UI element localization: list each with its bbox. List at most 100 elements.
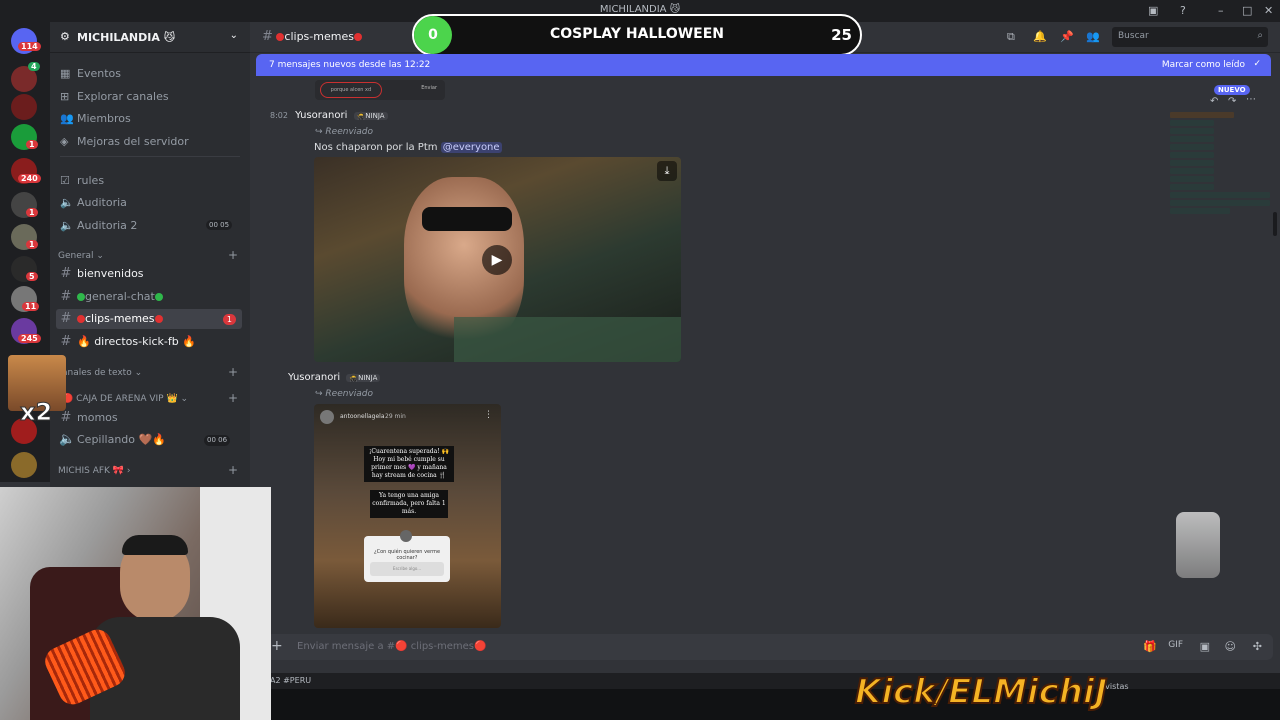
beanie bbox=[122, 535, 188, 555]
add-channel-icon[interactable]: + bbox=[228, 391, 238, 405]
maximize-icon[interactable]: □ bbox=[1242, 4, 1252, 17]
channel-cepillando[interactable]: 🔈 Cepillando 🤎🔥 00 06 bbox=[56, 430, 242, 450]
role-tag: 🥷NINJA bbox=[346, 374, 381, 382]
forwarded-label: ↪ Reenviado bbox=[315, 389, 374, 399]
unread-badge: 4 bbox=[28, 62, 40, 71]
counter-right: 25 bbox=[831, 26, 852, 44]
sticker-icon[interactable]: ▣ bbox=[1200, 640, 1210, 653]
speaker-icon: 🔈 bbox=[59, 432, 76, 447]
avatar bbox=[320, 410, 334, 424]
channel-clips-memes[interactable]: # clips-memes 1 bbox=[56, 309, 242, 329]
minimize-icon[interactable]: – bbox=[1218, 4, 1224, 17]
reply-icon[interactable]: ↶ bbox=[1210, 96, 1218, 107]
rules-icon: ☑ bbox=[60, 174, 70, 187]
question-sticker: ¿Con quién quieren verme cocinar? Escrib… bbox=[364, 530, 450, 582]
channel-bienvenidos[interactable]: # bienvenidos bbox=[56, 264, 242, 284]
download-icon[interactable]: ⤓ bbox=[657, 161, 677, 181]
message: Yusoranori 🥷NINJA bbox=[288, 372, 381, 383]
category-text[interactable]: anales de texto ⌄ bbox=[62, 368, 142, 378]
message-composer[interactable]: + Enviar mensaje a #🔴 clips-memes🔴 🎁 GIF… bbox=[266, 634, 1273, 660]
channel-label: rules bbox=[77, 174, 105, 187]
forward-icon[interactable]: ↷ bbox=[1228, 96, 1236, 107]
bottom-strip: A2 #PERU k vistas bbox=[250, 673, 1280, 691]
nav-miembros[interactable]: 👥 Miembros bbox=[60, 112, 131, 125]
hash-icon: # bbox=[262, 29, 273, 44]
channel-auditoria-2[interactable]: 🔈 Auditoria 2 00 05 bbox=[60, 219, 240, 232]
more-icon[interactable]: ⋯ bbox=[1246, 94, 1256, 105]
add-channel-icon[interactable]: + bbox=[228, 463, 238, 477]
server-header[interactable]: ⚙ MICHILANDIA 😼 ⌄ bbox=[50, 22, 250, 53]
webcam-feed bbox=[0, 487, 271, 720]
category-afk[interactable]: MICHIS AFK 🎀 › bbox=[58, 466, 130, 476]
members-icon: 👥 bbox=[60, 112, 74, 125]
unread-badge: 1 bbox=[26, 140, 38, 149]
close-icon[interactable]: ✕ bbox=[1264, 4, 1273, 17]
calendar-icon: ▦ bbox=[60, 67, 71, 80]
emoji-icon[interactable]: ☺ bbox=[1225, 640, 1236, 653]
threads-icon[interactable]: ⧉ bbox=[1007, 30, 1015, 44]
more-icon[interactable]: ⋮ bbox=[484, 410, 493, 420]
forward-icon: ↪ bbox=[315, 389, 323, 399]
divider bbox=[60, 156, 240, 157]
new-badge: NUEVO bbox=[1214, 85, 1250, 95]
previous-attachment: porque alcen xd Enviar bbox=[315, 80, 445, 100]
unread-badge: 11 bbox=[22, 302, 40, 311]
voice-user-count: 00 06 bbox=[204, 435, 231, 446]
username[interactable]: Yusoranori bbox=[288, 372, 340, 383]
channel-title: # clips-memes bbox=[262, 29, 362, 44]
taskbar bbox=[250, 689, 1280, 720]
channel-auditoria[interactable]: 🔈 Auditoria bbox=[60, 196, 127, 209]
channel-label: Auditoria bbox=[77, 196, 127, 209]
video-attachment[interactable]: ▶ ⤓ bbox=[314, 157, 681, 362]
nav-mejoras[interactable]: ◈ Mejoras del servidor bbox=[60, 135, 189, 148]
play-icon[interactable]: ▶ bbox=[482, 245, 512, 275]
composer-placeholder: Enviar mensaje a #🔴 clips-memes🔴 bbox=[297, 641, 487, 652]
forward-icon: ↪ bbox=[315, 127, 323, 137]
speaker-icon: 🔈 bbox=[60, 219, 74, 232]
username[interactable]: Yusoranori bbox=[295, 110, 347, 121]
channel-label: Auditoria 2 bbox=[77, 219, 138, 232]
hash-icon: # bbox=[60, 289, 72, 304]
channel-momos[interactable]: # momos bbox=[56, 408, 242, 428]
server-icon[interactable] bbox=[11, 452, 37, 478]
channel-directos-kick-fb[interactable]: # 🔥 directos-kick-fb 🔥 bbox=[56, 332, 242, 352]
nav-explorar[interactable]: ⊞ Explorar canales bbox=[60, 90, 169, 103]
unread-badge: 240 bbox=[18, 174, 41, 183]
browse-icon: ⊞ bbox=[60, 90, 70, 103]
channel-rules[interactable]: ☑ rules bbox=[60, 174, 104, 187]
add-attachment-icon[interactable]: + bbox=[271, 638, 283, 654]
mention[interactable]: @everyone bbox=[440, 142, 502, 153]
forwarded-label: ↪ Reenviado bbox=[315, 127, 374, 137]
bell-icon[interactable]: 🔔 bbox=[1033, 30, 1047, 43]
unread-badge: 1 bbox=[222, 314, 236, 325]
nav-label: Mejoras del servidor bbox=[77, 135, 189, 148]
sunglasses bbox=[422, 207, 512, 231]
channel-general-chat[interactable]: # general-chat bbox=[56, 287, 242, 307]
category-general[interactable]: General ⌄ bbox=[58, 251, 104, 261]
timestamp: 8:02 bbox=[270, 111, 288, 120]
story-attachment[interactable]: antoonellagela 29 min ⋮ ¡Cuarentena supe… bbox=[314, 404, 501, 628]
kick-brand-logo: Kick/ELMichiJ bbox=[854, 671, 1108, 713]
unread-badge: 1 bbox=[26, 240, 38, 249]
gif-icon[interactable]: GIF bbox=[1168, 640, 1183, 650]
members-icon[interactable]: 👥 bbox=[1086, 30, 1100, 43]
gift-icon[interactable]: 🎁 bbox=[1143, 640, 1157, 653]
server-icon: ⚙ bbox=[60, 30, 70, 43]
chevron-down-icon: ⌄ bbox=[229, 30, 238, 41]
pin-icon[interactable]: 📌 bbox=[1060, 30, 1074, 43]
nav-label: Eventos bbox=[77, 67, 121, 80]
category-vip[interactable]: 🔴 CAJA DE ARENA VIP 👑 ⌄ bbox=[62, 394, 188, 404]
add-channel-icon[interactable]: + bbox=[228, 248, 238, 262]
unread-badge: 1 bbox=[26, 208, 38, 217]
help-icon[interactable]: ? bbox=[1180, 4, 1186, 17]
nav-eventos[interactable]: ▦ Eventos bbox=[60, 67, 121, 80]
apps-icon[interactable]: ✣ bbox=[1253, 640, 1262, 653]
scrollbar[interactable] bbox=[1273, 212, 1277, 236]
add-channel-icon[interactable]: + bbox=[228, 365, 238, 379]
new-messages-banner[interactable]: 7 mensajes nuevos desde las 12:22 Marcar… bbox=[256, 54, 1271, 76]
server-icon[interactable] bbox=[11, 94, 37, 120]
mark-as-read-button[interactable]: Marcar como leído bbox=[1162, 60, 1245, 70]
search-input[interactable]: Buscar ⌕ bbox=[1112, 27, 1268, 47]
inbox-icon[interactable]: ▣ bbox=[1148, 4, 1158, 17]
message-text: Nos chaparon por la Ptm @everyone bbox=[314, 142, 502, 153]
